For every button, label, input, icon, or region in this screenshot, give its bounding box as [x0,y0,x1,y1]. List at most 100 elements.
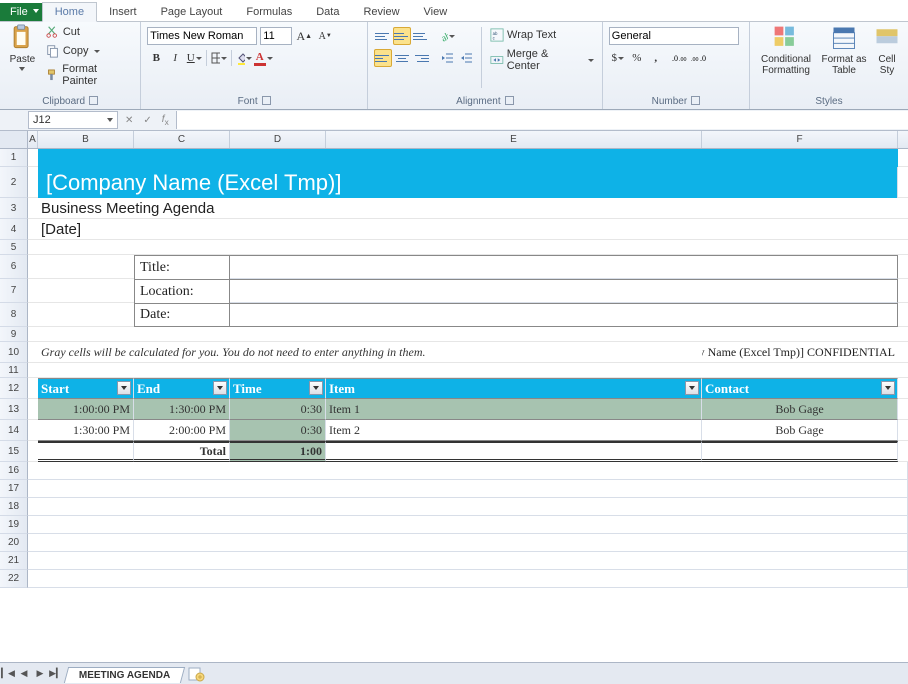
table-cell[interactable]: 1:30:00 PM [134,399,230,420]
th-contact[interactable]: Contact [702,378,898,399]
row-3[interactable]: 3 [0,198,28,219]
table-cell[interactable]: 2:00:00 PM [134,420,230,441]
table-cell[interactable] [326,441,702,462]
th-end[interactable]: End [134,378,230,399]
row-22[interactable]: 22 [0,570,28,588]
table-cell[interactable]: 1:30:00 PM [38,420,134,441]
value-date[interactable] [230,303,898,327]
th-item[interactable]: Item [326,378,702,399]
currency-button[interactable]: $ [609,49,627,67]
borders-button[interactable] [210,49,228,67]
row-16[interactable]: 16 [0,462,28,480]
sheet-nav-prev[interactable]: ◀ [16,665,32,683]
copy-button[interactable]: Copy [44,43,134,59]
col-d[interactable]: D [230,131,326,148]
table-cell[interactable] [702,441,898,462]
merge-center-button[interactable]: Merge & Center [488,47,596,73]
row-1[interactable]: 1 [0,149,28,167]
font-color-button[interactable]: A [254,49,272,67]
tab-view[interactable]: View [412,3,460,21]
tab-review[interactable]: Review [351,3,411,21]
row-7[interactable]: 7 [0,279,28,303]
italic-button[interactable]: I [166,49,184,67]
font-size-select[interactable] [260,27,292,45]
name-box[interactable]: J12 [28,111,118,129]
row-11[interactable]: 11 [0,363,28,378]
new-sheet-icon[interactable] [187,666,205,682]
comma-button[interactable]: , [647,49,665,67]
row-17[interactable]: 17 [0,480,28,498]
tab-page-layout[interactable]: Page Layout [149,3,235,21]
tab-insert[interactable]: Insert [97,3,149,21]
select-all-corner[interactable] [0,131,28,148]
tab-data[interactable]: Data [304,3,351,21]
dialog-launcher-icon[interactable] [89,96,98,105]
percent-button[interactable]: % [628,49,646,67]
sheet-nav-first[interactable]: ▎◀ [0,665,16,683]
row-10[interactable]: 10 [0,342,28,363]
row-5[interactable]: 5 [0,240,28,255]
sheet-nav-next[interactable]: ▶ [32,665,48,683]
th-start[interactable]: Start [38,378,134,399]
sheet-tab-active[interactable]: MEETING AGENDA [64,667,186,683]
enter-icon[interactable]: ✓ [140,115,154,126]
paste-button[interactable]: Paste [6,24,39,76]
format-as-table-button[interactable]: Format as Table [820,24,868,76]
col-e[interactable]: E [326,131,702,148]
filter-button[interactable] [881,381,895,395]
increase-indent-button[interactable] [457,49,475,67]
table-cell[interactable]: 0:30 [230,399,326,420]
decrease-indent-button[interactable] [438,49,456,67]
value-location[interactable] [230,279,898,303]
dialog-launcher-icon[interactable] [262,96,271,105]
col-b[interactable]: B [38,131,134,148]
fill-color-button[interactable] [235,49,253,67]
font-name-select[interactable] [147,27,257,45]
align-middle-button[interactable] [393,27,411,45]
table-cell[interactable]: 1:00:00 PM [38,399,134,420]
table-cell[interactable]: 0:30 [230,420,326,441]
orientation-button[interactable]: ab [438,27,456,45]
wrap-text-button[interactable]: abc Wrap Text [488,27,596,43]
table-cell[interactable]: Item 2 [326,420,702,441]
dialog-launcher-icon[interactable] [505,96,514,105]
row-18[interactable]: 18 [0,498,28,516]
row-9[interactable]: 9 [0,327,28,342]
cancel-icon[interactable]: ✕ [122,115,136,126]
dialog-launcher-icon[interactable] [691,96,700,105]
increase-decimal-button[interactable]: .0.00 [671,49,689,67]
decrease-font-button[interactable]: A▼ [316,27,334,45]
align-center-button[interactable] [393,49,411,67]
format-painter-button[interactable]: Format Painter [44,62,134,88]
increase-font-button[interactable]: A▲ [295,27,313,45]
align-left-button[interactable] [374,49,392,67]
col-c[interactable]: C [134,131,230,148]
value-title[interactable] [230,255,898,279]
conditional-formatting-button[interactable]: Conditional Formatting [756,24,816,76]
table-cell[interactable]: Item 1 [326,399,702,420]
file-tab[interactable]: File [0,3,42,21]
filter-button[interactable] [309,381,323,395]
align-right-button[interactable] [412,49,430,67]
bold-button[interactable]: B [147,49,165,67]
table-cell[interactable]: Bob Gage [702,420,898,441]
align-top-button[interactable] [374,27,392,45]
filter-button[interactable] [117,381,131,395]
row-19[interactable]: 19 [0,516,28,534]
formula-input[interactable] [176,111,908,129]
cell-styles-button[interactable]: Cell Sty [872,24,902,76]
row-4[interactable]: 4 [0,219,28,240]
underline-button[interactable]: U [185,49,203,67]
row-14[interactable]: 14 [0,420,28,441]
table-cell[interactable]: Bob Gage [702,399,898,420]
col-f[interactable]: F [702,131,898,148]
filter-button[interactable] [213,381,227,395]
row-2[interactable]: 2 [0,167,28,198]
row-8[interactable]: 8 [0,303,28,327]
th-time[interactable]: Time [230,378,326,399]
row-15[interactable]: 15 [0,441,28,462]
col-a[interactable]: A [28,131,38,148]
number-format-select[interactable] [609,27,739,45]
row-20[interactable]: 20 [0,534,28,552]
row-13[interactable]: 13 [0,399,28,420]
